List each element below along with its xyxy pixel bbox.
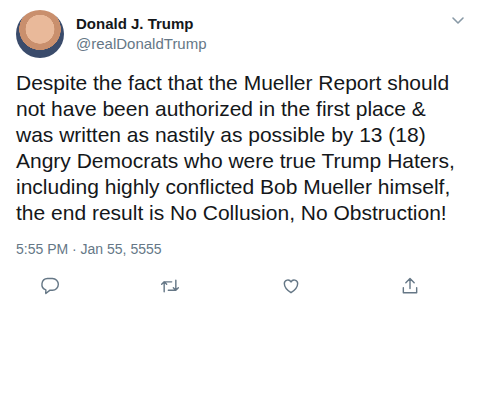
share-icon[interactable] — [400, 276, 420, 296]
avatar-image[interactable] — [16, 10, 64, 58]
tweet-timestamp[interactable]: 5:55 PM · Jan 55, 5555 — [16, 240, 466, 258]
chevron-down-icon[interactable] — [450, 12, 466, 28]
author-info: Donald J. Trump@realDonaldTrump — [76, 10, 438, 54]
retweet-icon[interactable] — [159, 276, 181, 296]
author-name[interactable]: Donald J. Trump — [76, 14, 438, 34]
tweet-header: Donald J. Trump@realDonaldTrump — [16, 10, 466, 58]
like-heart-icon[interactable] — [281, 276, 301, 296]
action-bar — [16, 276, 466, 296]
reply-icon[interactable] — [40, 276, 60, 296]
author-handle[interactable]: @realDonaldTrump — [76, 34, 438, 54]
tweet-text: Despite the fact that the Mueller Report… — [16, 70, 466, 226]
tweet-card: Donald J. Trump@realDonaldTrump Despite t… — [0, 0, 480, 410]
